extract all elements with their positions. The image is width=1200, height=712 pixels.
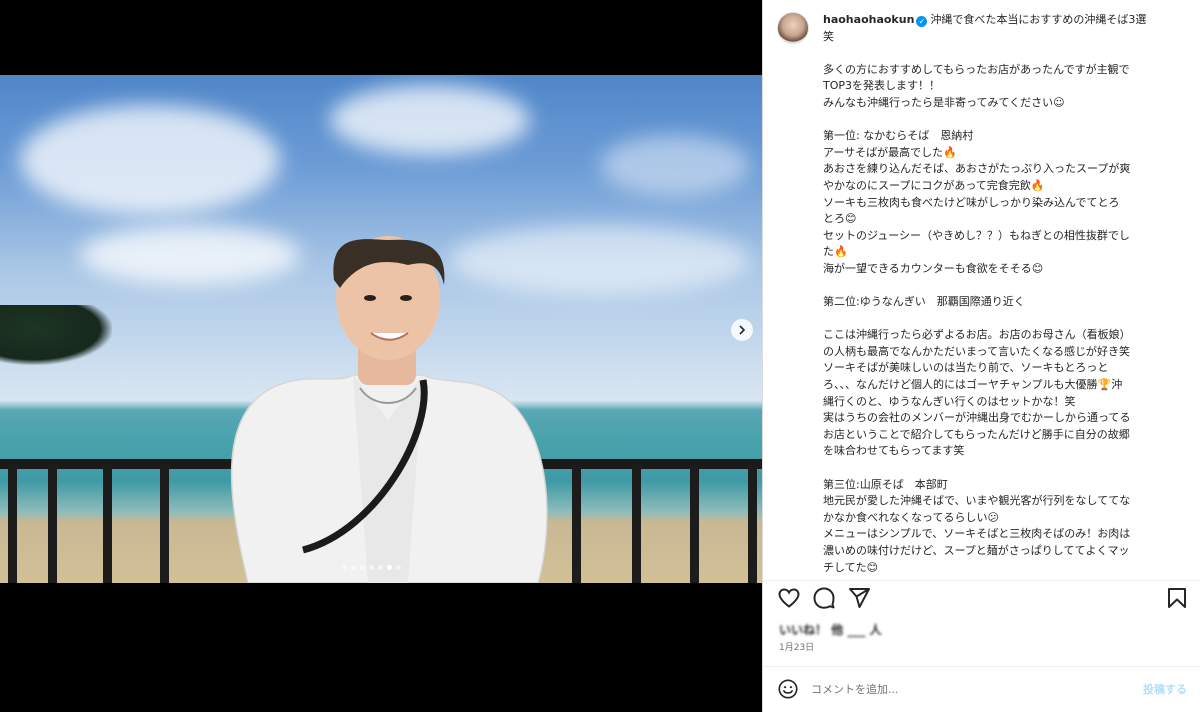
username[interactable]: haohaohaokun	[823, 13, 914, 26]
caption-line: を味合わせてもらってます笑	[823, 444, 965, 458]
bookmark-icon	[1168, 588, 1186, 608]
caption-line: 実はうちの会社のメンバーが沖縄出身でむかーしから通ってる	[823, 411, 1131, 425]
caption-line: ソーキも三枚肉も食べたけど味がしっかり染み込んでてとろ	[823, 195, 1120, 209]
caption-line: とろ😊	[823, 212, 857, 226]
carousel-dot	[360, 565, 365, 570]
caption-line: の人柄も最高でなんかただいまって言いたくなる感じが好き笑	[823, 344, 1131, 358]
post-photo	[0, 75, 762, 583]
caption-line	[823, 311, 1185, 328]
caption-line	[823, 460, 1185, 477]
caption-line: 第二位:ゆうなんぎい 那覇国際通り近く	[823, 295, 1025, 309]
caption-line: 地元民が愛した沖縄そばで、いまや観光客が行列をなしててな	[823, 494, 1131, 508]
comment-icon	[813, 587, 835, 609]
post-detail-panel: haohaohaokun ✓ 沖縄で食べた本当におすすめの沖縄そば3選 笑多くの方に…	[762, 0, 1200, 712]
caption-line: かなか食べれなくなってるらしい😕	[823, 510, 999, 524]
island	[0, 305, 112, 365]
caption-line: チしてた😊	[823, 560, 879, 574]
caption-line: やかなのにスープにコクがあって完食完飲🔥	[823, 178, 1045, 192]
caption-line: 濃いめの味付けだけど、スープと麺がさっぱりしててよくマッ	[823, 544, 1130, 557]
carousel-dot	[369, 565, 374, 570]
comment-input[interactable]	[811, 677, 1121, 701]
caption-text: haohaohaokun ✓ 沖縄で食べた本当におすすめの沖縄そば3選 笑多くの方に…	[823, 12, 1185, 576]
carousel-indicator	[342, 565, 401, 570]
caption-line: 沖縄で食べた本当におすすめの沖縄そば3選	[930, 13, 1147, 26]
caption-line: ろ、、、なんだけど個人的にはゴーヤチャンプルも大優勝🏆沖	[823, 378, 1123, 392]
comment-bar: 投稿する	[763, 666, 1200, 712]
heart-icon	[778, 588, 800, 608]
next-photo-button[interactable]	[731, 319, 753, 341]
caption-line: お店ということで紹介してもらったんだけど勝手に自分の故郷	[823, 427, 1130, 441]
caption-line: 第一位: なかむらそば 恩納村	[823, 129, 974, 143]
caption-line: 多くの方におすすめしてもらったお店があったんですが主観で	[823, 62, 1130, 76]
caption-line: セットのジューシー（やきめし？？）もねぎとの相性抜群でし	[823, 228, 1130, 242]
verified-badge-icon: ✓	[916, 16, 928, 27]
caption-line: メニューはシンプルで、ソーキそばと三枚肉そばのみ！お肉は	[823, 527, 1131, 541]
media-viewer	[0, 0, 762, 712]
caption-area: haohaohaokun ✓ 沖縄で食べた本当におすすめの沖縄そば3選 笑多くの方に…	[763, 0, 1200, 576]
post-comment-button[interactable]: 投稿する	[1143, 681, 1187, 697]
emoji-button[interactable]	[777, 678, 799, 700]
caption-line	[823, 45, 1185, 62]
like-button[interactable]	[777, 586, 801, 610]
share-button[interactable]	[847, 586, 871, 610]
save-button[interactable]	[1165, 586, 1189, 610]
action-bar	[763, 580, 1200, 614]
caption-line: TOP3を発表します！！	[823, 79, 941, 93]
caption-line: た🔥	[823, 245, 848, 259]
avatar[interactable]	[777, 12, 809, 44]
caption-line: 縄行くのと、ゆうなんぎい行くのはセットかな！笑	[823, 394, 1076, 408]
caption-line: 笑	[823, 29, 834, 43]
caption-line: 海が一望できるカウンターも食欲をそそる😊	[823, 261, 1044, 275]
post-date[interactable]: 1月23日	[779, 640, 814, 653]
caption-line: ここは沖縄行ったら必ずよるお店。お店のお母さん（看板娘）	[823, 328, 1131, 342]
emoji-icon	[778, 679, 798, 699]
caption-line: 第三位:山原そば 本部町	[823, 477, 948, 491]
carousel-dot	[396, 565, 401, 570]
caption-line: あおさを練り込んだそば、あおさがたっぷり入ったスープが爽	[823, 162, 1131, 176]
person	[208, 170, 568, 583]
chevron-right-icon	[739, 325, 746, 335]
caption-line	[823, 112, 1185, 129]
carousel-dot	[351, 565, 356, 570]
comment-button[interactable]	[812, 586, 836, 610]
caption-line: みんなも沖縄行ったら是非寄ってみてください☺	[823, 95, 1065, 109]
carousel-dot	[378, 565, 383, 570]
send-icon	[849, 588, 870, 608]
caption-line: アーサそばが最高でした🔥	[823, 145, 957, 159]
likes-count[interactable]: いいね！ 他 ___ 人	[779, 621, 882, 638]
caption-line	[823, 278, 1185, 295]
caption-line: ソーキそばが美味しいのは当たり前で、ソーキもとろっと	[823, 361, 1109, 375]
carousel-dot	[387, 565, 392, 570]
carousel-dot	[342, 565, 347, 570]
